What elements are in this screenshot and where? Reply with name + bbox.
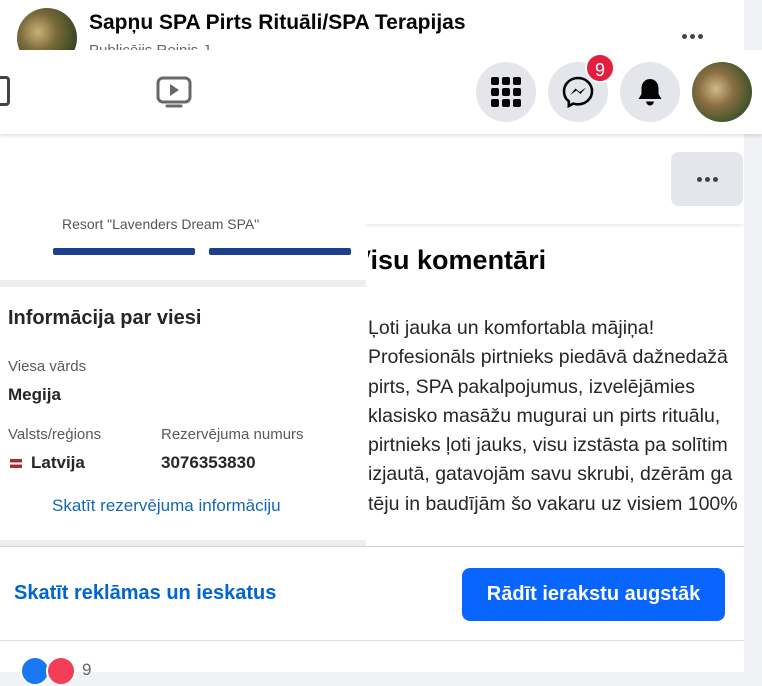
top-navigation-bar: [0, 50, 762, 134]
guest-info-heading: Informācija par viesi: [8, 307, 202, 329]
review-line: izjautā, gatavojām savu skrubi, dzērām g…: [368, 463, 733, 486]
review-line: pirtnieks ļoti jauks, visu izstāsta pa s…: [368, 434, 728, 457]
booking-details-link: Skatīt rezervējuma informāciju: [52, 496, 281, 515]
love-reaction-icon[interactable]: [46, 656, 76, 686]
latvia-flag-icon: [10, 459, 22, 468]
post-options-button[interactable]: [677, 22, 707, 50]
review-line: Ļoti jauka un komfortabla mājiņa!: [368, 317, 655, 339]
review-line: tēju in baudījām šo vakaru uz visiem 100…: [368, 492, 738, 515]
messenger-icon: [562, 76, 594, 108]
page-name[interactable]: Sapņu SPA Pirts Rituāli/SPA Terapijas: [89, 11, 466, 35]
screenshot-divider: [0, 280, 366, 287]
booking-number: 3076353830: [161, 453, 256, 472]
boost-post-button[interactable]: Rādīt ierakstu augstāk: [462, 568, 725, 621]
country-value: Latvija: [31, 453, 85, 472]
more-icon: [677, 22, 707, 50]
screenshot-button-bar: [209, 248, 351, 255]
menu-button[interactable]: [476, 62, 536, 122]
secondary-bar: [0, 134, 744, 224]
reaction-count[interactable]: 9: [82, 660, 91, 680]
bell-icon: [638, 79, 662, 106]
more-options-button[interactable]: [671, 152, 743, 206]
more-icon: [671, 152, 743, 206]
guest-name: Megija: [8, 385, 61, 404]
review-line: pirts, SPA pakalpojumus, izvelējāmies: [368, 375, 695, 398]
divider: [0, 640, 744, 641]
screenshot-button-bar: [53, 248, 195, 255]
screenshot-cut-text: Resort "Lavenders Dream SPA": [62, 216, 260, 232]
review-line: Profesionāls pirtnieks piedāvā dažnedažā: [368, 346, 728, 369]
menu-grid-icon: [491, 77, 521, 107]
notifications-button[interactable]: [620, 62, 680, 122]
account-avatar[interactable]: [692, 62, 752, 122]
review-line: klasisko masāžu mugurai un pirts rituālu…: [368, 404, 721, 427]
screenshot-top: Resort "Lavenders Dream SPA": [0, 216, 366, 280]
messenger-badge: 9: [585, 53, 615, 83]
guest-name-label: Viesa vārds: [8, 358, 87, 375]
review-text: Ļoti jauka un komfortabla mājiņa! Profes…: [368, 314, 744, 519]
watch-tab-icon[interactable]: [156, 76, 192, 108]
divider: [0, 546, 744, 547]
insights-link[interactable]: Skatīt reklāmas un ieskatus: [14, 582, 276, 605]
booking-number-label: Rezervējuma numurs: [161, 426, 304, 443]
home-tab-edge-icon[interactable]: [0, 76, 10, 106]
booking-screenshot: Resort "Lavenders Dream SPA" Informācija…: [0, 216, 366, 546]
review-title: Visu komentāri: [368, 245, 547, 275]
country-label: Valsts/reģions: [8, 426, 102, 443]
